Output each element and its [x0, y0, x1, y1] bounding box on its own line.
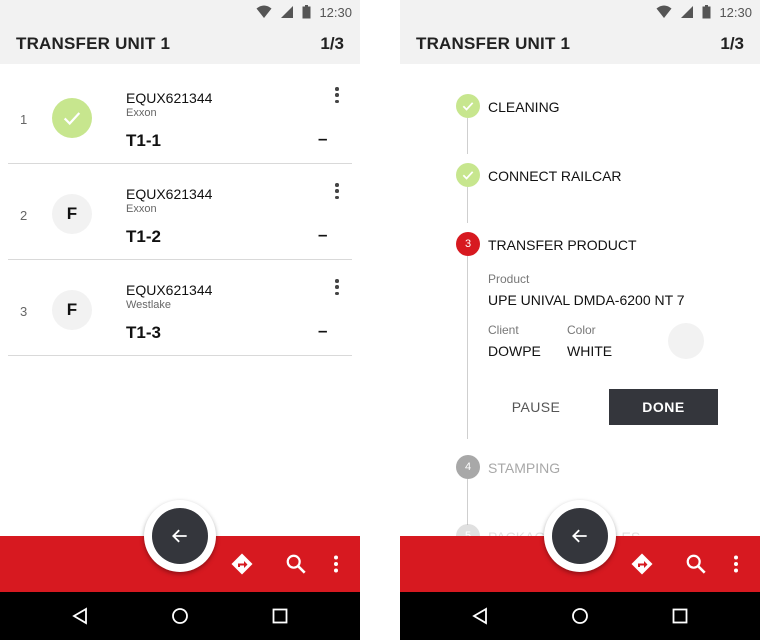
status-time: 12:30: [719, 4, 752, 20]
product-label: Product: [488, 272, 530, 286]
done-button[interactable]: DONE: [609, 389, 718, 425]
slot-label: T1-2: [126, 227, 161, 246]
step-done-indicator: [456, 163, 480, 187]
status-bar: 12:30: [0, 0, 360, 24]
step-connector: [467, 256, 468, 439]
back-button[interactable]: [552, 508, 608, 564]
search-icon[interactable]: [284, 552, 308, 576]
battery-icon: [702, 5, 711, 19]
system-nav-bar: [0, 592, 360, 640]
arrow-back-icon: [172, 529, 187, 543]
row-index: 3: [20, 304, 28, 319]
client-value: DOWPE: [488, 343, 541, 359]
directions-icon[interactable]: [230, 552, 254, 576]
client-label: Client: [488, 323, 519, 337]
directions-icon[interactable]: [630, 552, 654, 576]
row-index: 2: [20, 208, 28, 223]
step-number-badge: 4: [456, 455, 480, 479]
color-label: Color: [567, 323, 596, 337]
check-icon: [462, 171, 474, 180]
client-name: Westlake: [126, 299, 172, 311]
row-index: 1: [20, 112, 28, 127]
container-code: EQUX621344: [126, 282, 213, 298]
unit-row[interactable]: 1 EQUX621344 Exxon T1-1 –: [8, 68, 352, 164]
back-button[interactable]: [152, 508, 208, 564]
more-vert-icon[interactable]: [324, 552, 348, 576]
row-value: –: [318, 129, 328, 148]
unit-counter: 1/3: [720, 34, 744, 53]
battery-icon: [302, 5, 311, 19]
unit-avatar: F: [52, 290, 92, 330]
client-name: Exxon: [126, 107, 157, 119]
more-vert-icon[interactable]: [724, 552, 748, 576]
system-nav-bar: [400, 592, 760, 640]
step-label[interactable]: STAMPING: [488, 460, 560, 476]
status-time: 12:30: [319, 4, 352, 20]
completed-avatar: [52, 98, 92, 138]
row-value: –: [318, 321, 328, 340]
unit-avatar: F: [52, 194, 92, 234]
nav-home-icon[interactable]: [570, 606, 590, 626]
more-vert-icon[interactable]: [331, 278, 343, 296]
product-value: UPE UNIVAL DMDA-6200 NT 7: [488, 292, 685, 308]
status-bar: 12:30: [400, 0, 760, 24]
nav-back-icon[interactable]: [70, 606, 90, 626]
slot-label: T1-1: [126, 131, 161, 150]
container-code: EQUX621344: [126, 186, 213, 202]
signal-icon: [681, 6, 694, 18]
step-connector: [467, 479, 468, 525]
step-label[interactable]: TRANSFER PRODUCT: [488, 237, 637, 253]
color-value: WHITE: [567, 343, 613, 359]
step-done-indicator: [456, 94, 480, 118]
arrow-back-icon: [572, 529, 587, 543]
wifi-icon: [256, 5, 272, 18]
step-number-badge: 3: [456, 232, 480, 256]
check-icon: [63, 112, 81, 126]
step-connector: [467, 187, 468, 223]
nav-back-icon[interactable]: [470, 606, 490, 626]
unit-list-screen: 12:30 TRANSFER UNIT 1 1/3 1 EQUX621344 E…: [0, 0, 360, 640]
page-title: TRANSFER UNIT 1: [16, 34, 171, 53]
nav-recents-icon[interactable]: [670, 606, 690, 626]
search-icon[interactable]: [684, 552, 708, 576]
step-connector: [467, 118, 468, 154]
client-name: Exxon: [126, 203, 157, 215]
signal-icon: [281, 6, 294, 18]
check-icon: [462, 102, 474, 111]
step-label[interactable]: CLEANING: [488, 99, 560, 115]
color-swatch: [668, 323, 704, 359]
wifi-icon: [656, 5, 672, 18]
more-vert-icon[interactable]: [331, 182, 343, 200]
unit-row[interactable]: 3 F EQUX621344 Westlake T1-3 –: [8, 260, 352, 356]
transfer-steps-screen: 12:30 TRANSFER UNIT 1 1/3 CLEANING CONNE…: [400, 0, 760, 640]
nav-home-icon[interactable]: [170, 606, 190, 626]
row-value: –: [318, 225, 328, 244]
unit-row[interactable]: 2 F EQUX621344 Exxon T1-2 –: [8, 164, 352, 260]
container-code: EQUX621344: [126, 90, 213, 106]
slot-label: T1-3: [126, 323, 161, 342]
nav-recents-icon[interactable]: [270, 606, 290, 626]
app-bar: TRANSFER UNIT 1 1/3: [0, 24, 360, 64]
unit-counter: 1/3: [320, 34, 344, 53]
pause-button[interactable]: PAUSE: [494, 390, 578, 424]
page-title: TRANSFER UNIT 1: [416, 34, 571, 53]
step-label[interactable]: CONNECT RAILCAR: [488, 168, 622, 184]
more-vert-icon[interactable]: [331, 86, 343, 104]
app-bar: TRANSFER UNIT 1 1/3: [400, 24, 760, 64]
